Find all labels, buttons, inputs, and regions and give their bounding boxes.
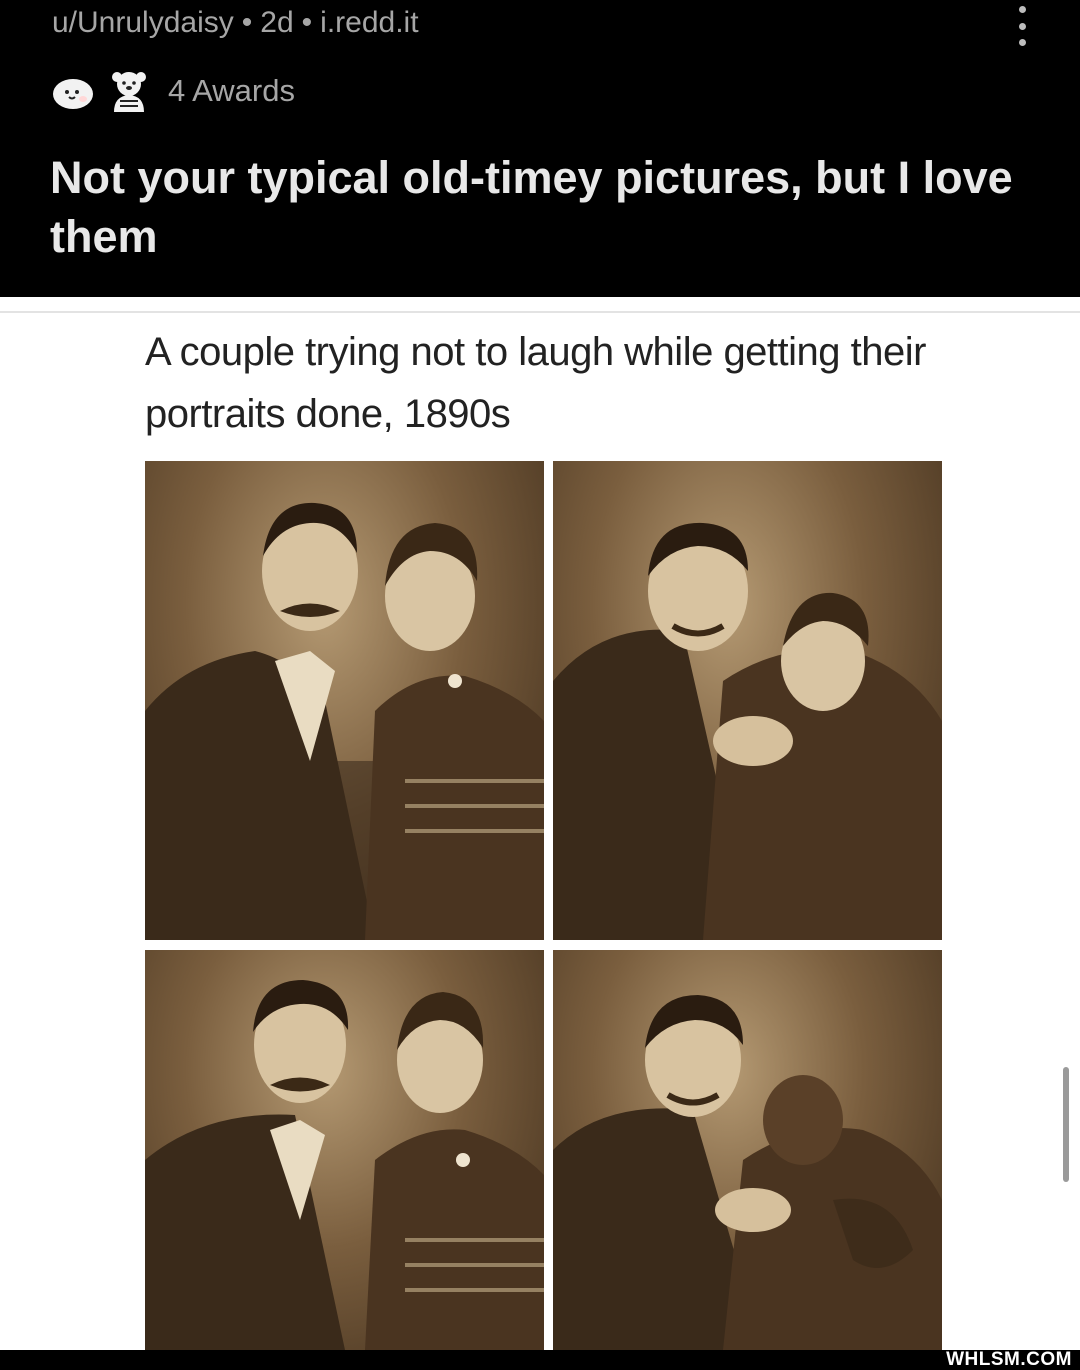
domain-link[interactable]: i.redd.it xyxy=(320,6,418,39)
post-image[interactable]: A couple trying not to laugh while getti… xyxy=(0,297,1080,1350)
author-link[interactable]: u/Unrulydaisy xyxy=(52,6,234,39)
portrait-photo-1 xyxy=(145,461,544,940)
awards-row[interactable]: 4 Awards xyxy=(50,66,295,116)
portrait-photo-3 xyxy=(145,950,544,1350)
wholesome-seal-icon xyxy=(53,79,93,109)
bottom-bar xyxy=(0,1350,1080,1370)
meta-separator: • xyxy=(241,6,253,39)
portrait-photo-2 xyxy=(553,461,942,940)
post-title[interactable]: Not your typical old-timey pictures, but… xyxy=(50,148,1040,266)
image-caption: A couple trying not to laugh while getti… xyxy=(145,330,926,436)
wholesome-bear-icon xyxy=(112,72,146,112)
scrollbar[interactable] xyxy=(1063,1067,1069,1182)
awards-count: 4 Awards xyxy=(168,73,295,108)
kebab-menu-icon[interactable] xyxy=(1008,6,1036,46)
portrait-photo-4 xyxy=(553,950,942,1350)
post-meta: u/Unrulydaisy • 2d • i.redd.it xyxy=(52,2,419,44)
post-header: u/Unrulydaisy • 2d • i.redd.it 4 Awards Not … xyxy=(0,0,1080,297)
watermark: WHLSM.COM xyxy=(946,1349,1072,1370)
image-top-divider xyxy=(0,311,1080,313)
post-age: 2d xyxy=(260,6,294,39)
meta-separator: • xyxy=(301,6,313,39)
